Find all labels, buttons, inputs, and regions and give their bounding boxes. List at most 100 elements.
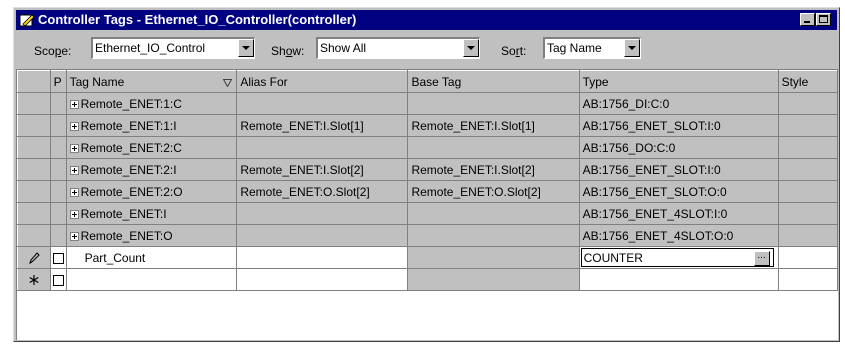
type-cell: AB:1756_ENET_SLOT:O:0 (579, 180, 779, 203)
row-selector[interactable] (17, 180, 51, 203)
tags-grid: P Tag Name Alias For Base Tag Type Style (16, 69, 838, 340)
column-header-p[interactable]: P (49, 70, 67, 93)
type-cell: AB:1756_ENET_SLOT:I:0 (579, 158, 779, 181)
row-selector[interactable] (17, 136, 51, 159)
pencil-icon (28, 252, 40, 265)
type-cell: AB:1756_ENET_SLOT:I:0 (579, 114, 779, 137)
alias-cell: Remote_ENET:O.Slot[2] (236, 180, 409, 203)
base-tag-cell (407, 202, 580, 225)
plus-box-icon[interactable] (69, 209, 79, 219)
preserve-checkbox[interactable] (52, 252, 64, 264)
sort-dropdown[interactable]: Tag Name (543, 37, 641, 59)
show-dropdown[interactable]: Show All (316, 37, 480, 59)
row-selector-editing[interactable] (17, 246, 51, 269)
alias-cell[interactable] (236, 268, 409, 291)
alias-cell: Remote_ENET:I.Slot[2] (236, 158, 409, 181)
plus-box-icon[interactable] (69, 231, 79, 241)
plus-box-icon[interactable] (69, 99, 79, 109)
plus-box-icon[interactable] (69, 121, 79, 131)
row-selector[interactable] (17, 158, 51, 181)
row-selector[interactable] (17, 202, 51, 225)
preserve-checkbox[interactable] (52, 274, 64, 286)
minimize-button[interactable] (800, 13, 815, 26)
table-row[interactable]: Remote_ENET:1:I Remote_ENET:I.Slot[1] Re… (17, 114, 838, 137)
plus-box-icon[interactable] (69, 165, 79, 175)
table-row[interactable]: Remote_ENET:2:I Remote_ENET:I.Slot[2] Re… (17, 158, 838, 181)
style-cell (778, 180, 838, 203)
row-selector[interactable] (17, 224, 51, 247)
table-row[interactable]: Remote_ENET:2:C AB:1756_DO:C:0 (17, 136, 838, 159)
type-input[interactable]: COUNTER ... (580, 248, 774, 267)
p-cell (50, 92, 67, 115)
scope-value: Ethernet_IO_Control (95, 41, 206, 55)
tag-name-cell[interactable]: Remote_ENET:O (66, 224, 238, 247)
column-header-style[interactable]: Style (777, 70, 838, 93)
tag-name-cell[interactable]: Remote_ENET:1:C (66, 92, 238, 115)
table-row[interactable]: Remote_ENET:O AB:1756_ENET_4SLOT:O:0 (17, 224, 838, 247)
sort-down-triangle-icon (222, 76, 233, 90)
tag-name-cell[interactable]: Remote_ENET:2:I (66, 158, 238, 181)
type-cell: AB:1756_DI:C:0 (579, 92, 779, 115)
chevron-down-icon[interactable] (624, 39, 640, 57)
filter-toolbar: Scope: Ethernet_IO_Control Show: Show Al… (16, 32, 837, 68)
tag-name-cell[interactable]: Remote_ENET:1:I (66, 114, 238, 137)
base-tag-cell (407, 268, 580, 291)
p-cell (50, 202, 67, 225)
style-cell (778, 136, 838, 159)
row-selector[interactable] (17, 114, 51, 137)
show-value: Show All (320, 41, 367, 55)
p-cell (50, 158, 67, 181)
p-cell[interactable] (50, 268, 67, 291)
p-cell (50, 114, 67, 137)
scope-dropdown[interactable]: Ethernet_IO_Control (91, 37, 255, 59)
chevron-down-icon[interactable] (238, 39, 254, 57)
column-header-type[interactable]: Type (578, 70, 779, 93)
title-bar: Controller Tags - Ethernet_IO_Controller… (16, 10, 837, 30)
table-row[interactable]: Remote_ENET:I AB:1756_ENET_4SLOT:I:0 (17, 202, 838, 225)
alias-cell (236, 202, 409, 225)
row-selector-new[interactable] (17, 268, 51, 291)
p-cell (50, 136, 67, 159)
tag-name-cell[interactable]: Remote_ENET:I (66, 202, 238, 225)
tag-name-cell[interactable]: Remote_ENET:2:C (66, 136, 238, 159)
tag-name-cell[interactable]: Remote_ENET:2:O (66, 180, 238, 203)
header-row: P Tag Name Alias For Base Tag Type Style (17, 70, 838, 93)
tags-table: P Tag Name Alias For Base Tag Type Style (17, 70, 838, 291)
type-cell[interactable]: COUNTER ... (579, 246, 779, 269)
style-cell (778, 224, 838, 247)
row-selector[interactable] (17, 92, 51, 115)
base-tag-cell: Remote_ENET:I.Slot[2] (407, 158, 580, 181)
plus-box-icon[interactable] (69, 143, 79, 153)
alias-cell[interactable] (236, 246, 409, 269)
tag-name-cell[interactable]: Part_Count (66, 246, 238, 269)
chevron-down-icon[interactable] (463, 39, 479, 57)
column-header-alias-for[interactable]: Alias For (236, 70, 409, 93)
maximize-icon (819, 15, 828, 23)
table-row[interactable]: Remote_ENET:1:C AB:1756_DI:C:0 (17, 92, 838, 115)
type-cell: AB:1756_ENET_4SLOT:O:0 (579, 224, 779, 247)
tag-name-cell[interactable] (66, 268, 238, 291)
ellipsis-button[interactable]: ... (753, 251, 770, 266)
sort-value: Tag Name (547, 41, 602, 55)
edit-row[interactable]: Part_Count COUNTER ... (17, 246, 838, 269)
plus-box-icon[interactable] (69, 187, 79, 197)
table-row[interactable]: Remote_ENET:2:O Remote_ENET:O.Slot[2] Re… (17, 180, 838, 203)
minimize-icon (804, 21, 810, 23)
maximize-button[interactable] (816, 13, 831, 26)
base-tag-cell: Remote_ENET:I.Slot[1] (407, 114, 580, 137)
show-label: Show: (271, 44, 305, 58)
new-row[interactable] (17, 268, 838, 291)
column-header-tag-name[interactable]: Tag Name (65, 70, 238, 93)
column-header-base-tag[interactable]: Base Tag (407, 70, 580, 93)
p-cell (50, 224, 67, 247)
row-header-corner (17, 70, 51, 93)
style-cell[interactable] (778, 246, 838, 269)
window-title: Controller Tags - Ethernet_IO_Controller… (38, 12, 357, 27)
type-cell: AB:1756_DO:C:0 (579, 136, 779, 159)
tag-name-header-label: Tag Name (69, 74, 125, 89)
asterisk-icon (29, 275, 39, 286)
type-cell[interactable] (579, 268, 779, 291)
style-cell[interactable] (778, 268, 838, 291)
alias-cell: Remote_ENET:I.Slot[1] (236, 114, 409, 137)
p-cell[interactable] (50, 246, 67, 269)
